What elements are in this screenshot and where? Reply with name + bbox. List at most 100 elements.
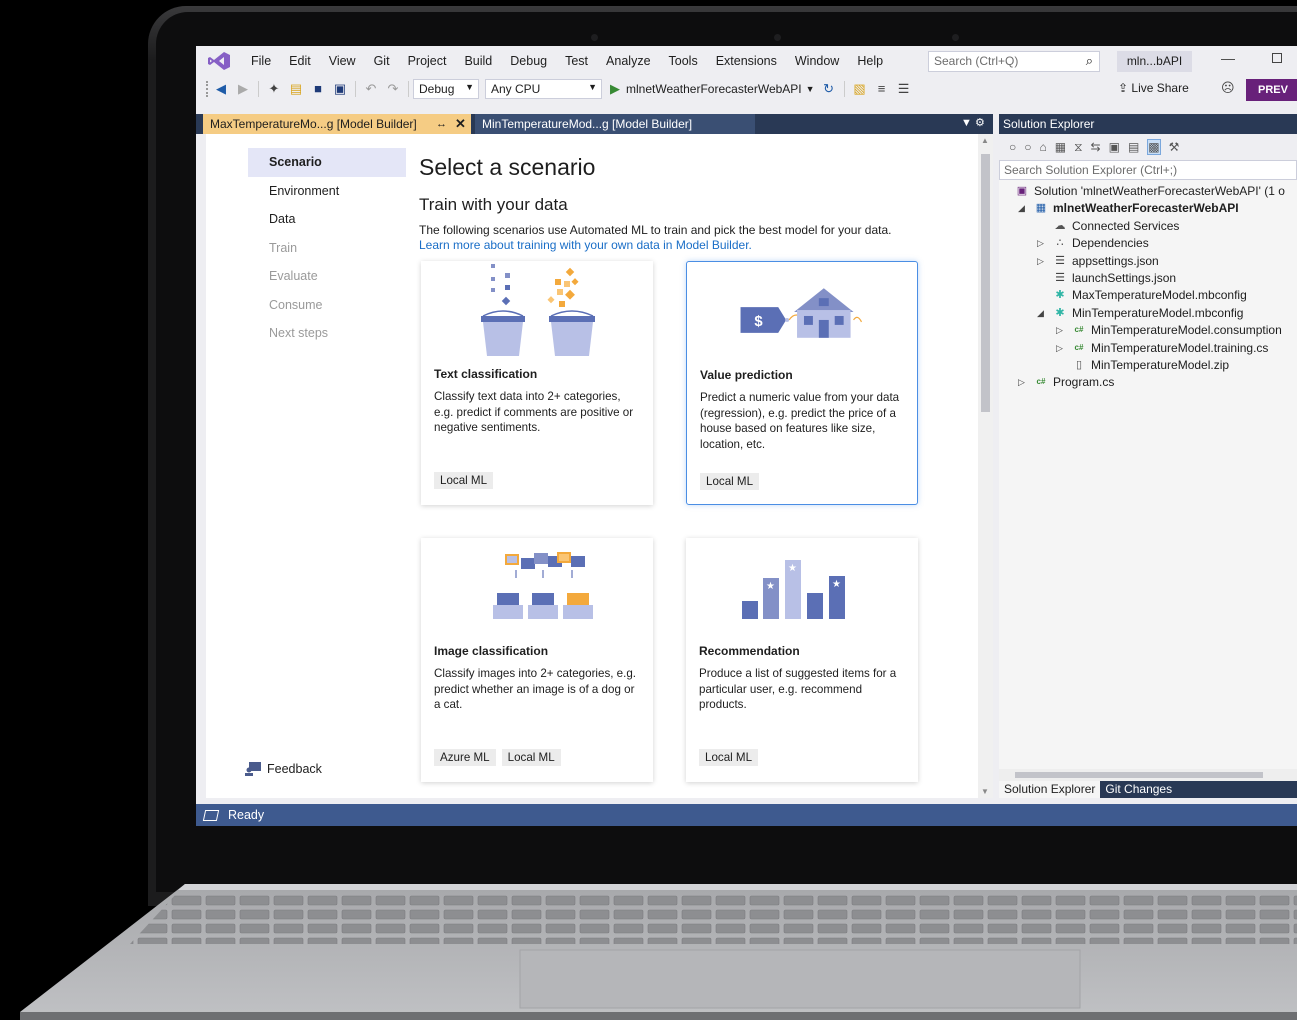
tree-node[interactable]: ▷ ☰ appsettings.json (999, 253, 1297, 270)
scroll-down-icon[interactable]: ▼ (981, 787, 989, 796)
preview-button[interactable]: PREV (1246, 79, 1297, 101)
menu-help[interactable]: Help (848, 54, 892, 68)
menu-analyze[interactable]: Analyze (597, 54, 659, 68)
menu-edit[interactable]: Edit (280, 54, 320, 68)
tab-max-temperature-model[interactable]: MaxTemperatureMo...g [Model Builder] ↔ ✕ (203, 114, 471, 134)
step-evaluate: Evaluate (269, 269, 318, 283)
minimize-icon[interactable]: — (1221, 50, 1235, 66)
sync-icon[interactable]: ⇆ (1091, 140, 1101, 154)
tab-git-changes[interactable]: Git Changes (1100, 781, 1177, 798)
close-icon[interactable]: ✕ (455, 114, 466, 134)
forward-icon[interactable]: ▶ (235, 81, 251, 97)
tree-node[interactable]: ◢ ✱ MinTemperatureModel.mbconfig (999, 305, 1297, 322)
uncomment-icon[interactable]: ☰ (896, 81, 912, 97)
tab-min-temperature-model[interactable]: MinTemperatureMod...g [Model Builder] (475, 114, 755, 134)
scrollbar-thumb[interactable] (981, 154, 990, 412)
card-description: Predict a numeric value from your data (… (700, 391, 900, 451)
tab-solution-explorer[interactable]: Solution Explorer (999, 781, 1101, 798)
open-folder-icon[interactable]: ▤ (288, 81, 304, 97)
expand-arrow-icon[interactable]: ▷ (1037, 235, 1044, 252)
expand-arrow-icon[interactable]: ▷ (1056, 340, 1063, 357)
tree-node[interactable]: ▯ MinTemperatureModel.zip (999, 357, 1297, 374)
global-search-input[interactable]: Search (Ctrl+Q) ⌕ (928, 51, 1100, 72)
tree-node[interactable]: ▷ c# MinTemperatureModel.consumption (999, 322, 1297, 339)
step-data[interactable]: Data (248, 205, 406, 234)
pending-changes-icon[interactable]: ⧖ (1074, 140, 1082, 155)
scrollbar-thumb[interactable] (1015, 772, 1263, 778)
back-icon[interactable]: ○ (1009, 140, 1016, 154)
toolbar-grip[interactable] (206, 81, 210, 97)
chevron-down-icon: ▼ (465, 82, 474, 92)
configuration-select[interactable]: Debug ▼ (413, 79, 479, 99)
step-next-steps: Next steps (269, 326, 329, 340)
share-icon: ⇪ (1118, 81, 1129, 95)
menu-window[interactable]: Window (786, 54, 848, 68)
collapse-arrow-icon[interactable]: ◢ (1037, 305, 1044, 322)
switch-views-icon[interactable]: ▦ (1055, 140, 1066, 154)
menu-extensions[interactable]: Extensions (707, 54, 786, 68)
menu-view[interactable]: View (320, 54, 365, 68)
live-share-button[interactable]: ⇪ Live Share (1118, 81, 1189, 95)
menu-file[interactable]: File (242, 54, 280, 68)
preview-selected-icon[interactable]: ▩ (1147, 139, 1161, 155)
output-window-icon[interactable] (202, 809, 220, 821)
solution-explorer-search-input[interactable]: Search Solution Explorer (Ctrl+;) (999, 160, 1297, 180)
save-icon[interactable]: ■ (310, 81, 326, 97)
menu-test[interactable]: Test (556, 54, 597, 68)
home-icon[interactable]: ⌂ (1040, 140, 1047, 154)
start-debugging-button[interactable]: ▶ mlnetWeatherForecasterWebAPI ▼ (610, 81, 815, 97)
save-all-icon[interactable]: ▣ (332, 81, 348, 97)
tree-node[interactable]: ▷ c# MinTemperatureModel.training.cs (999, 340, 1297, 357)
card-tags: Local ML (700, 473, 765, 490)
expand-arrow-icon[interactable]: ▷ (1056, 322, 1063, 339)
properties-icon[interactable]: ⚒ (1169, 140, 1180, 154)
learn-more-link[interactable]: Learn more about training with your own … (419, 238, 959, 252)
tree-node[interactable]: ☰ launchSettings.json (999, 270, 1297, 287)
document-scrollbar[interactable]: ▲ ▼ (978, 134, 993, 798)
tab-overflow-icon[interactable]: ▼ ⚙ (961, 116, 985, 129)
tag-local-ml: Local ML (699, 749, 759, 766)
project-badge[interactable]: mln...bAPI (1117, 51, 1192, 72)
menu-git[interactable]: Git (365, 54, 399, 68)
feedback-link[interactable]: Feedback (245, 762, 322, 776)
tree-node[interactable]: ▷ c# Program.cs (999, 374, 1297, 391)
refresh-icon[interactable]: ↻ (821, 81, 837, 97)
show-all-files-icon[interactable]: ▤ (1128, 140, 1139, 154)
scenario-card-recommendation[interactable]: ★ ★ ★ Recommendation Produce a list of s… (686, 538, 918, 782)
scenario-card-text-classification[interactable]: Text classification Classify text data i… (421, 261, 653, 505)
tree-node[interactable]: ✱ MaxTemperatureModel.mbconfig (999, 287, 1297, 304)
scroll-up-icon[interactable]: ▲ (981, 136, 989, 145)
new-item-icon[interactable]: ✦ (266, 81, 282, 97)
menu-tools[interactable]: Tools (660, 54, 707, 68)
scenario-card-value-prediction[interactable]: $ Value prediction Predict a numeric val… (686, 261, 918, 505)
find-in-files-icon[interactable]: ▧ (852, 81, 868, 97)
platform-select[interactable]: Any CPU ▼ (485, 79, 602, 99)
maximize-icon[interactable] (1272, 53, 1282, 63)
expand-arrow-icon[interactable]: ▷ (1037, 253, 1044, 270)
undo-icon[interactable]: ↶ (363, 81, 379, 97)
tree-node[interactable]: ▷ ∴ Dependencies (999, 235, 1297, 252)
step-environment[interactable]: Environment (248, 177, 406, 206)
collapse-arrow-icon[interactable]: ◢ (1018, 200, 1025, 217)
account-icon[interactable]: ☹ (1221, 80, 1235, 96)
solution-icon: ▣ (1016, 185, 1028, 197)
tree-node[interactable]: ▣ Solution 'mlnetWeatherForecasterWebAPI'… (999, 183, 1297, 200)
tree-node[interactable]: ☁ Connected Services (999, 218, 1297, 235)
forward-icon[interactable]: ○ (1024, 140, 1031, 154)
pin-icon[interactable]: ↔ (436, 114, 447, 134)
scenario-card-image-classification[interactable]: Image classification Classify images int… (421, 538, 653, 782)
step-scenario[interactable]: Scenario (248, 148, 406, 177)
menu-build[interactable]: Build (455, 54, 501, 68)
card-tags: Azure ML Local ML (434, 749, 567, 766)
menu-project[interactable]: Project (399, 54, 456, 68)
back-icon[interactable]: ◀ (213, 81, 229, 97)
tree-node[interactable]: ◢ ▦ mlnetWeatherForecasterWebAPI (999, 200, 1297, 217)
tree-node-label: MinTemperatureModel.training.cs (1091, 340, 1269, 355)
horizontal-scrollbar[interactable] (999, 769, 1297, 781)
comment-icon[interactable]: ≡ (874, 81, 890, 97)
expand-arrow-icon[interactable]: ▷ (1018, 374, 1025, 391)
redo-icon[interactable]: ↷ (385, 81, 401, 97)
collapse-all-icon[interactable]: ▣ (1109, 140, 1120, 154)
feedback-icon (245, 762, 261, 776)
menu-debug[interactable]: Debug (501, 54, 556, 68)
